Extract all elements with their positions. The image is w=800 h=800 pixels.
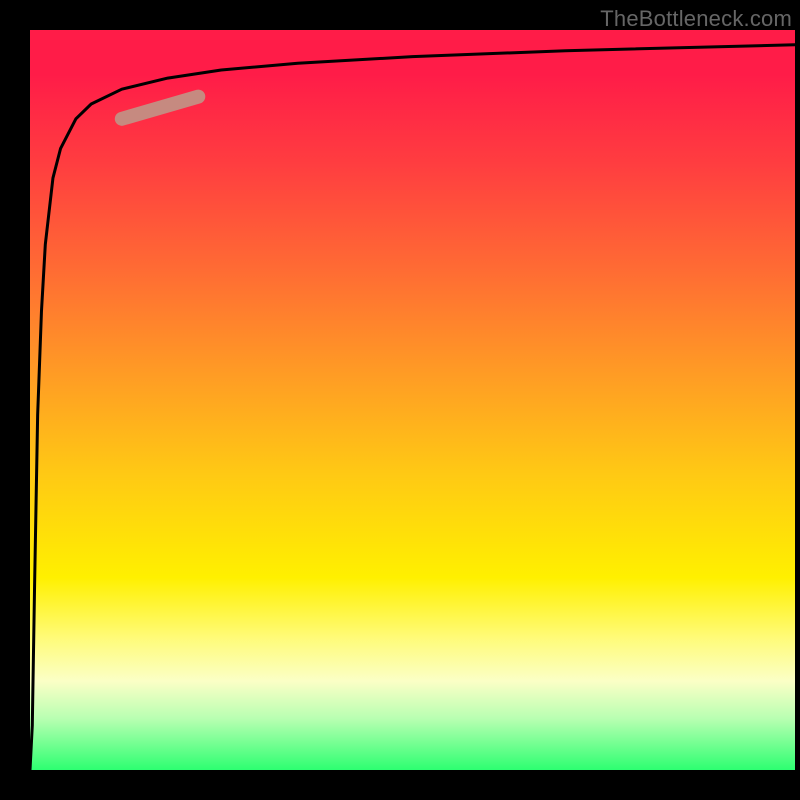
axis-left-margin <box>0 30 30 770</box>
bottleneck-curve <box>30 45 795 770</box>
chart-container: TheBottleneck.com <box>0 0 800 800</box>
axis-bottom-margin <box>0 770 800 800</box>
curve-svg <box>30 30 795 770</box>
watermark-text: TheBottleneck.com <box>600 6 792 32</box>
plot-area <box>30 30 795 770</box>
highlight-segment <box>122 97 199 119</box>
